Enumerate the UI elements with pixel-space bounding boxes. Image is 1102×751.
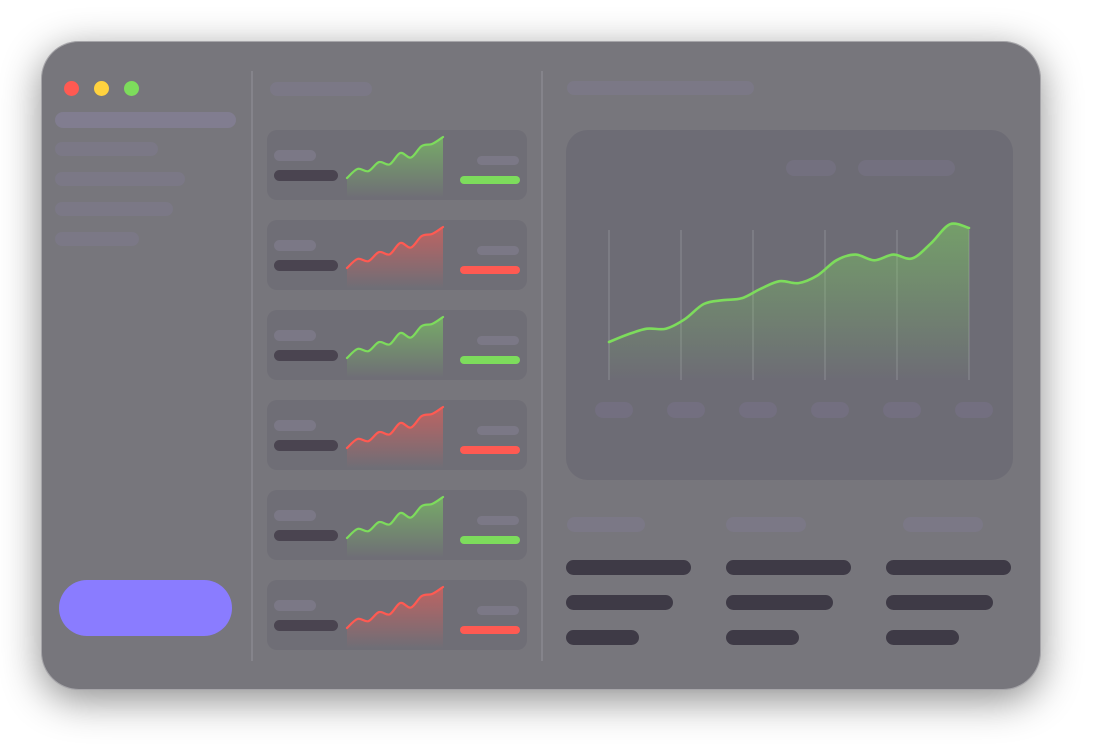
sparkline-chart [345,495,445,558]
chart-x-tick-label [667,402,705,418]
card-change-bar [460,446,520,454]
stats-cell [566,595,673,610]
stats-cell [726,595,833,610]
card-ticker [274,150,316,161]
card-change-bar [460,356,520,364]
stats-cell [566,560,691,575]
card-price [477,246,519,255]
card-price [477,606,519,615]
card-name [274,440,338,451]
sparkline-chart [345,135,445,198]
card-ticker [274,510,316,521]
stats-cell [726,560,851,575]
stats-header [726,517,806,532]
sparkline-area [347,137,443,198]
sparkline-area [347,587,443,648]
sparkline-chart [345,225,445,288]
sidebar-item[interactable] [55,142,158,156]
card-name [274,170,338,181]
chart-panel [566,130,1013,480]
sparkline-chart [345,585,445,648]
card-change-bar [460,176,520,184]
sparkline-area [347,227,443,288]
stats-cell [886,630,959,645]
chart-x-tick-label [595,402,633,418]
watchlist-card[interactable] [267,490,527,560]
sidebar-divider [251,71,253,661]
sparkline-area [347,497,443,558]
watchlist-title [270,82,372,96]
chart-x-tick-label [955,402,993,418]
card-price [477,156,519,165]
stats-cell [886,595,993,610]
card-change-bar [460,536,520,544]
window-minimize-button[interactable] [94,81,109,96]
card-price [477,336,519,345]
chart-x-tick-label [739,402,777,418]
card-name [274,620,338,631]
stats-cell [566,630,639,645]
sidebar-item-active[interactable] [55,112,236,128]
stats-cell [726,630,799,645]
chart-area [609,223,969,380]
sparkline-area [347,407,443,468]
card-name [274,350,338,361]
sparkline-chart [345,315,445,378]
card-price [477,516,519,525]
card-name [274,260,338,271]
stats-header [903,517,983,532]
card-ticker [274,600,316,611]
main-title [567,81,754,95]
card-price [477,426,519,435]
watchlist-card[interactable] [267,400,527,470]
sparkline-chart [345,405,445,468]
primary-action-button[interactable] [59,580,232,636]
window-close-button[interactable] [64,81,79,96]
card-change-bar [460,266,520,274]
card-ticker [274,330,316,341]
sidebar-item[interactable] [55,172,185,186]
watchlist-card[interactable] [267,580,527,650]
sparkline-area [347,317,443,378]
card-ticker [274,420,316,431]
card-name [274,530,338,541]
stats-cell [886,560,1011,575]
main-chart [595,222,993,418]
card-ticker [274,240,316,251]
chart-x-tick-label [811,402,849,418]
watchlist-card[interactable] [267,130,527,200]
sidebar-item[interactable] [55,202,173,216]
list-divider [541,71,543,661]
card-change-bar [460,626,520,634]
app-window [41,41,1041,690]
watchlist-card[interactable] [267,220,527,290]
window-zoom-button[interactable] [124,81,139,96]
sidebar-item[interactable] [55,232,139,246]
stats-header [567,517,645,532]
watchlist-card[interactable] [267,310,527,380]
chart-x-tick-label [883,402,921,418]
